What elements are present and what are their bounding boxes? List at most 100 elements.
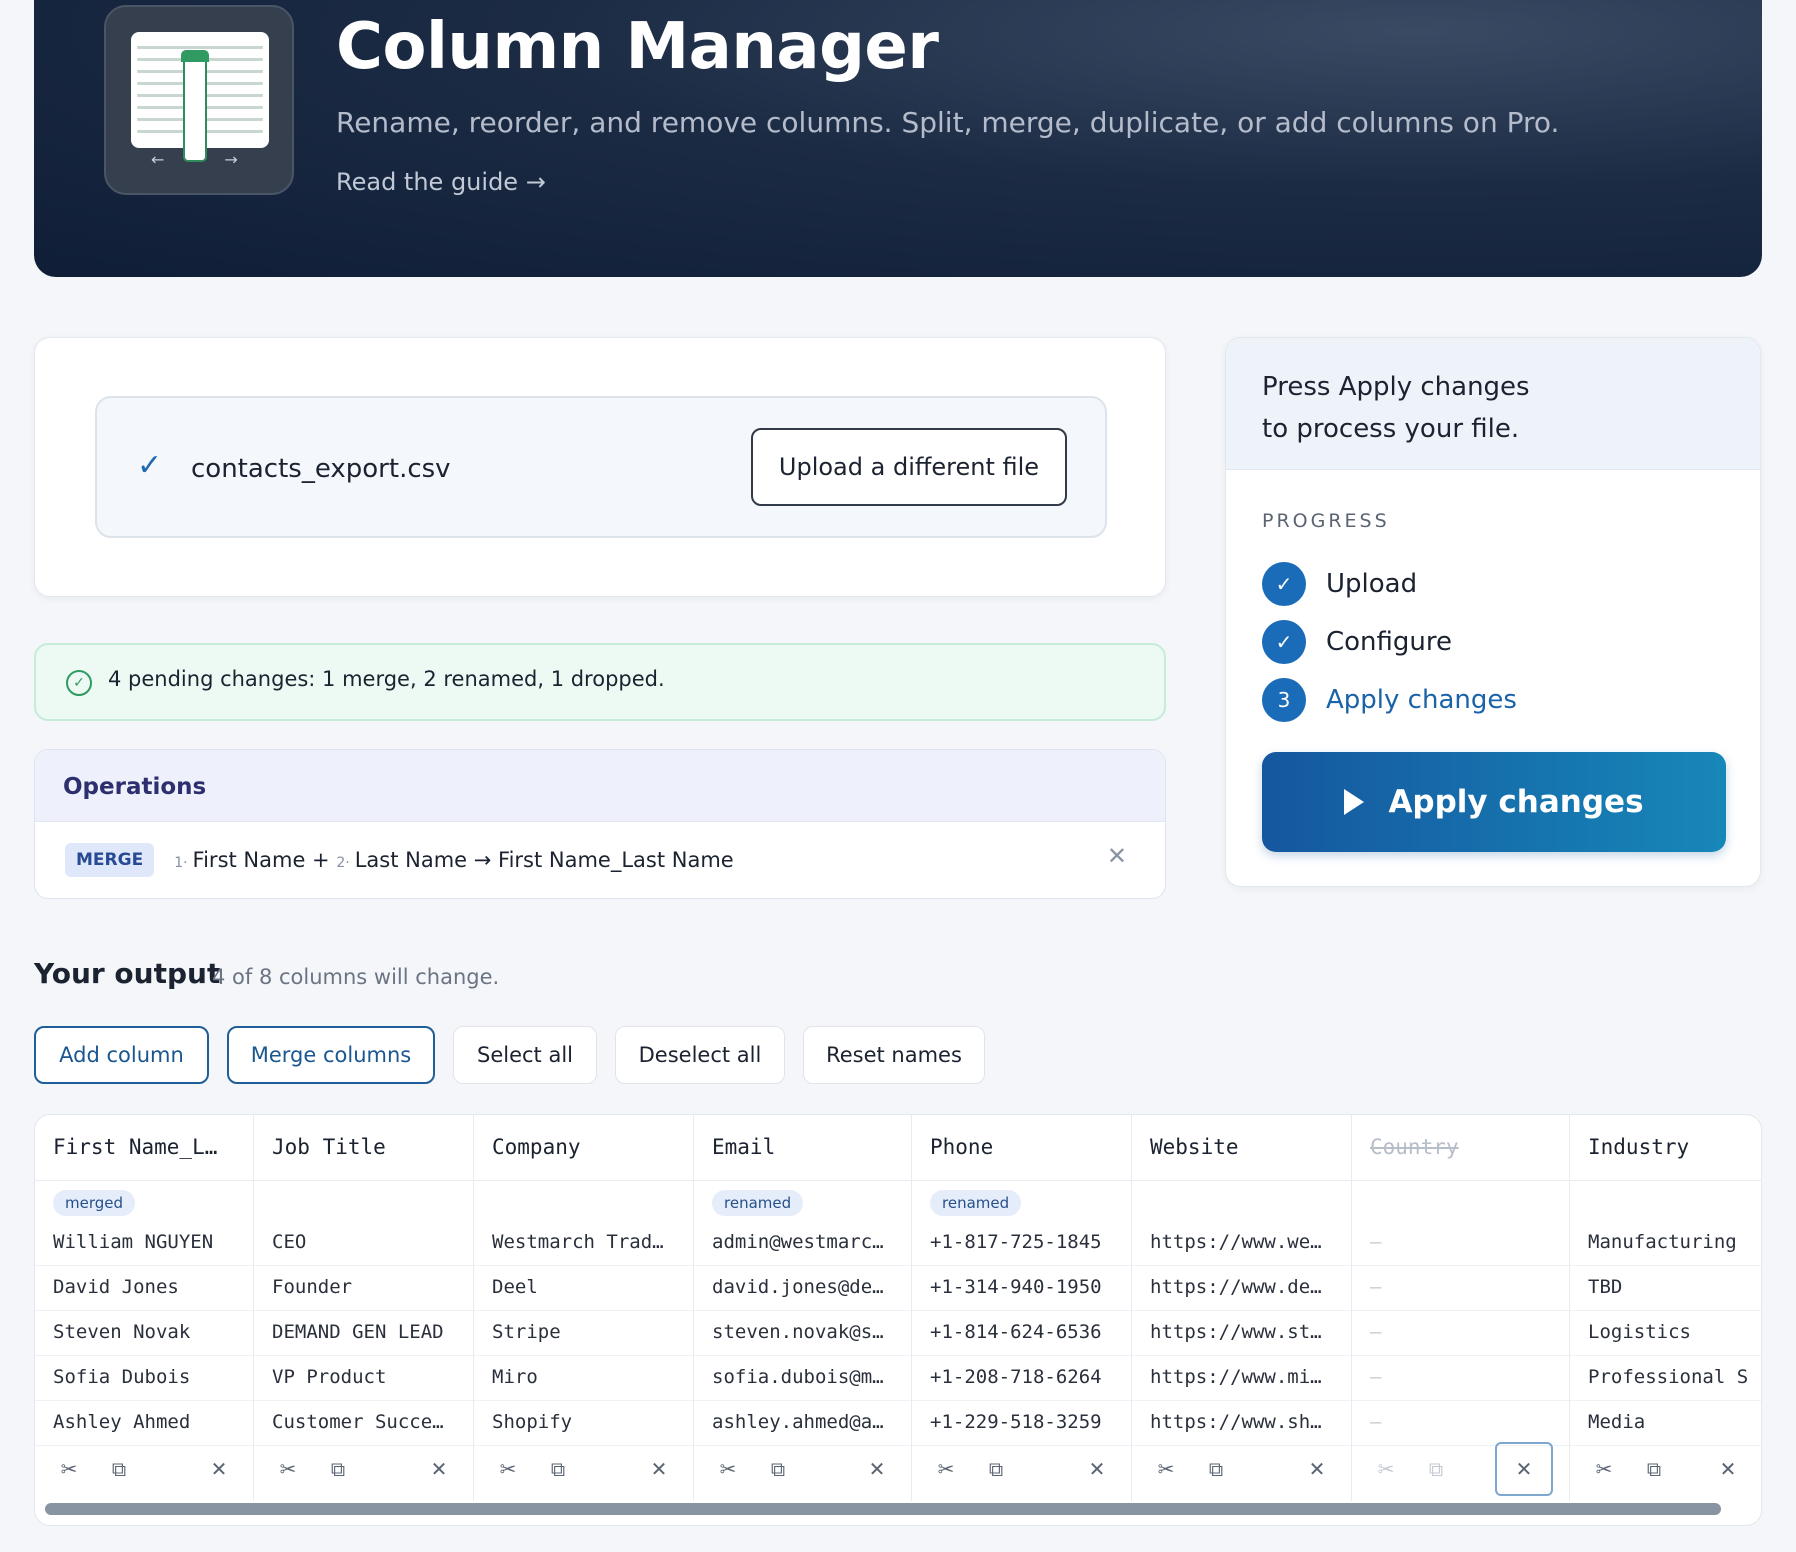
table-cell: –	[1352, 1356, 1569, 1401]
check-circle-icon: ✓	[66, 670, 92, 696]
column-badge-row	[1352, 1181, 1569, 1221]
table-cell: https://www.mi…	[1132, 1356, 1351, 1401]
table-cell: admin@westmarc…	[694, 1221, 911, 1266]
split-icon[interactable]: ✂	[1586, 1451, 1622, 1487]
remove-column-icon[interactable]: ✕	[1710, 1451, 1746, 1487]
play-icon	[1344, 789, 1365, 815]
table-cell: –	[1352, 1221, 1569, 1266]
output-column[interactable]: First Name_L… merged William NGUYEN David J…	[35, 1115, 254, 1501]
duplicate-icon[interactable]: ⧉	[978, 1451, 1014, 1487]
column-actions: ✂ ⧉ ✕	[474, 1437, 693, 1501]
column-actions: ✂ ⧉ ✕	[1570, 1437, 1761, 1501]
progress-sidebar: Press Apply changes to process your file…	[1225, 337, 1761, 887]
duplicate-icon[interactable]: ⧉	[1636, 1451, 1672, 1487]
column-badge-row	[474, 1181, 693, 1221]
table-cell: +1-314-940-1950	[912, 1266, 1131, 1311]
step-apply: 3 Apply changes	[1262, 678, 1517, 722]
output-column[interactable]: Industry Manufacturing TBD Logistics Profess…	[1570, 1115, 1761, 1501]
table-cell: Deel	[474, 1266, 693, 1311]
step-check-icon: ✓	[1262, 562, 1306, 606]
column-header[interactable]: Email	[694, 1115, 911, 1181]
split-icon[interactable]: ✂	[270, 1451, 306, 1487]
column-header[interactable]: Website	[1132, 1115, 1351, 1181]
reset-names-button[interactable]: Reset names	[803, 1026, 985, 1084]
column-badge-row	[254, 1181, 473, 1221]
column-header[interactable]: Company	[474, 1115, 693, 1181]
duplicate-icon[interactable]: ⧉	[540, 1451, 576, 1487]
page-subtitle: Rename, reorder, and remove columns. Spl…	[336, 106, 1560, 139]
column-actions: ✂ ⧉ ✕	[1352, 1437, 1569, 1501]
table-cell: CEO	[254, 1221, 473, 1266]
pending-changes-banner: ✓ 4 pending changes: 1 merge, 2 renamed,…	[34, 643, 1166, 721]
output-column[interactable]: Job Title CEO Founder DEMAND GEN LEAD VP Pro…	[254, 1115, 474, 1501]
table-cell: VP Product	[254, 1356, 473, 1401]
split-icon[interactable]: ✂	[710, 1451, 746, 1487]
deselect-all-button[interactable]: Deselect all	[615, 1026, 785, 1084]
output-subtitle: 4 of 8 columns will change.	[212, 965, 500, 989]
split-icon[interactable]: ✂	[1148, 1451, 1184, 1487]
remove-column-icon[interactable]: ✕	[641, 1451, 677, 1487]
apply-hint: Press Apply changes to process your file…	[1226, 338, 1760, 470]
remove-column-icon[interactable]: ✕	[859, 1451, 895, 1487]
read-guide-link[interactable]: Read the guide →	[336, 168, 546, 196]
merge-columns-button[interactable]: Merge columns	[227, 1026, 435, 1084]
column-actions: ✂ ⧉ ✕	[694, 1437, 911, 1501]
column-actions: ✂ ⧉ ✕	[35, 1437, 253, 1501]
step-check-icon: ✓	[1262, 620, 1306, 664]
table-cell: +1-208-718-6264	[912, 1356, 1131, 1401]
table-cell: Manufacturing	[1570, 1221, 1761, 1266]
remove-column-icon[interactable]: ✕	[421, 1451, 457, 1487]
remove-column-icon[interactable]: ✕	[1495, 1442, 1553, 1496]
uploaded-file-box: ✓ contacts_export.csv Upload a different…	[95, 396, 1107, 538]
column-header[interactable]: First Name_L…	[35, 1115, 253, 1181]
upload-different-file-button[interactable]: Upload a different file	[751, 428, 1067, 506]
change-badge: renamed	[712, 1190, 804, 1216]
duplicate-icon[interactable]: ⧉	[1418, 1451, 1454, 1487]
change-badge: renamed	[930, 1190, 1022, 1216]
progress-label: PROGRESS	[1262, 510, 1390, 532]
table-cell: Steven Novak	[35, 1311, 253, 1356]
remove-column-icon[interactable]: ✕	[1299, 1451, 1335, 1487]
operations-panel: Operations MERGE 1· First Name + 2· Last N…	[34, 749, 1166, 899]
column-header[interactable]: Phone	[912, 1115, 1131, 1181]
add-column-button[interactable]: Add column	[34, 1026, 209, 1084]
remove-operation-icon[interactable]: ✕	[1107, 842, 1127, 870]
table-cell: David Jones	[35, 1266, 253, 1311]
duplicate-icon[interactable]: ⧉	[760, 1451, 796, 1487]
apply-changes-button[interactable]: Apply changes	[1262, 752, 1726, 852]
column-badge-row: merged	[35, 1181, 253, 1221]
duplicate-icon[interactable]: ⧉	[101, 1451, 137, 1487]
column-badge-row	[1132, 1181, 1351, 1221]
table-cell: Founder	[254, 1266, 473, 1311]
check-icon: ✓	[137, 448, 163, 483]
step-upload: ✓ Upload	[1262, 562, 1417, 606]
split-icon[interactable]: ✂	[51, 1451, 87, 1487]
output-title: Your output	[34, 957, 221, 990]
output-column[interactable]: Country – – – – – ✂ ⧉ ✕	[1352, 1115, 1570, 1501]
column-header[interactable]: Industry	[1570, 1115, 1761, 1181]
split-icon[interactable]: ✂	[1368, 1451, 1404, 1487]
remove-column-icon[interactable]: ✕	[201, 1451, 237, 1487]
split-icon[interactable]: ✂	[490, 1451, 526, 1487]
table-cell: steven.novak@s…	[694, 1311, 911, 1356]
file-name: contacts_export.csv	[191, 454, 451, 484]
horizontal-scrollbar[interactable]	[45, 1503, 1721, 1515]
output-column[interactable]: Phone renamed +1-817-725-1845 +1-314-940-19…	[912, 1115, 1132, 1501]
duplicate-icon[interactable]: ⧉	[320, 1451, 356, 1487]
split-icon[interactable]: ✂	[928, 1451, 964, 1487]
column-header[interactable]: Country	[1352, 1115, 1569, 1181]
change-badge: merged	[53, 1190, 136, 1216]
duplicate-icon[interactable]: ⧉	[1198, 1451, 1234, 1487]
column-actions: ✂ ⧉ ✕	[254, 1437, 473, 1501]
output-column[interactable]: Email renamed admin@westmarc… david.jones@d…	[694, 1115, 912, 1501]
select-all-button[interactable]: Select all	[453, 1026, 597, 1084]
page-title: Column Manager	[336, 10, 939, 84]
column-badge-row: renamed	[912, 1181, 1131, 1221]
remove-column-icon[interactable]: ✕	[1079, 1451, 1115, 1487]
step-configure: ✓ Configure	[1262, 620, 1452, 664]
table-cell: Westmarch Trad…	[474, 1221, 693, 1266]
output-column[interactable]: Website https://www.we… https://www.de… htt…	[1132, 1115, 1352, 1501]
column-header[interactable]: Job Title	[254, 1115, 473, 1181]
operation-row: MERGE 1· First Name + 2· Last Name → First…	[65, 843, 734, 877]
output-column[interactable]: Company Westmarch Trad… Deel Stripe Miro Shop…	[474, 1115, 694, 1501]
